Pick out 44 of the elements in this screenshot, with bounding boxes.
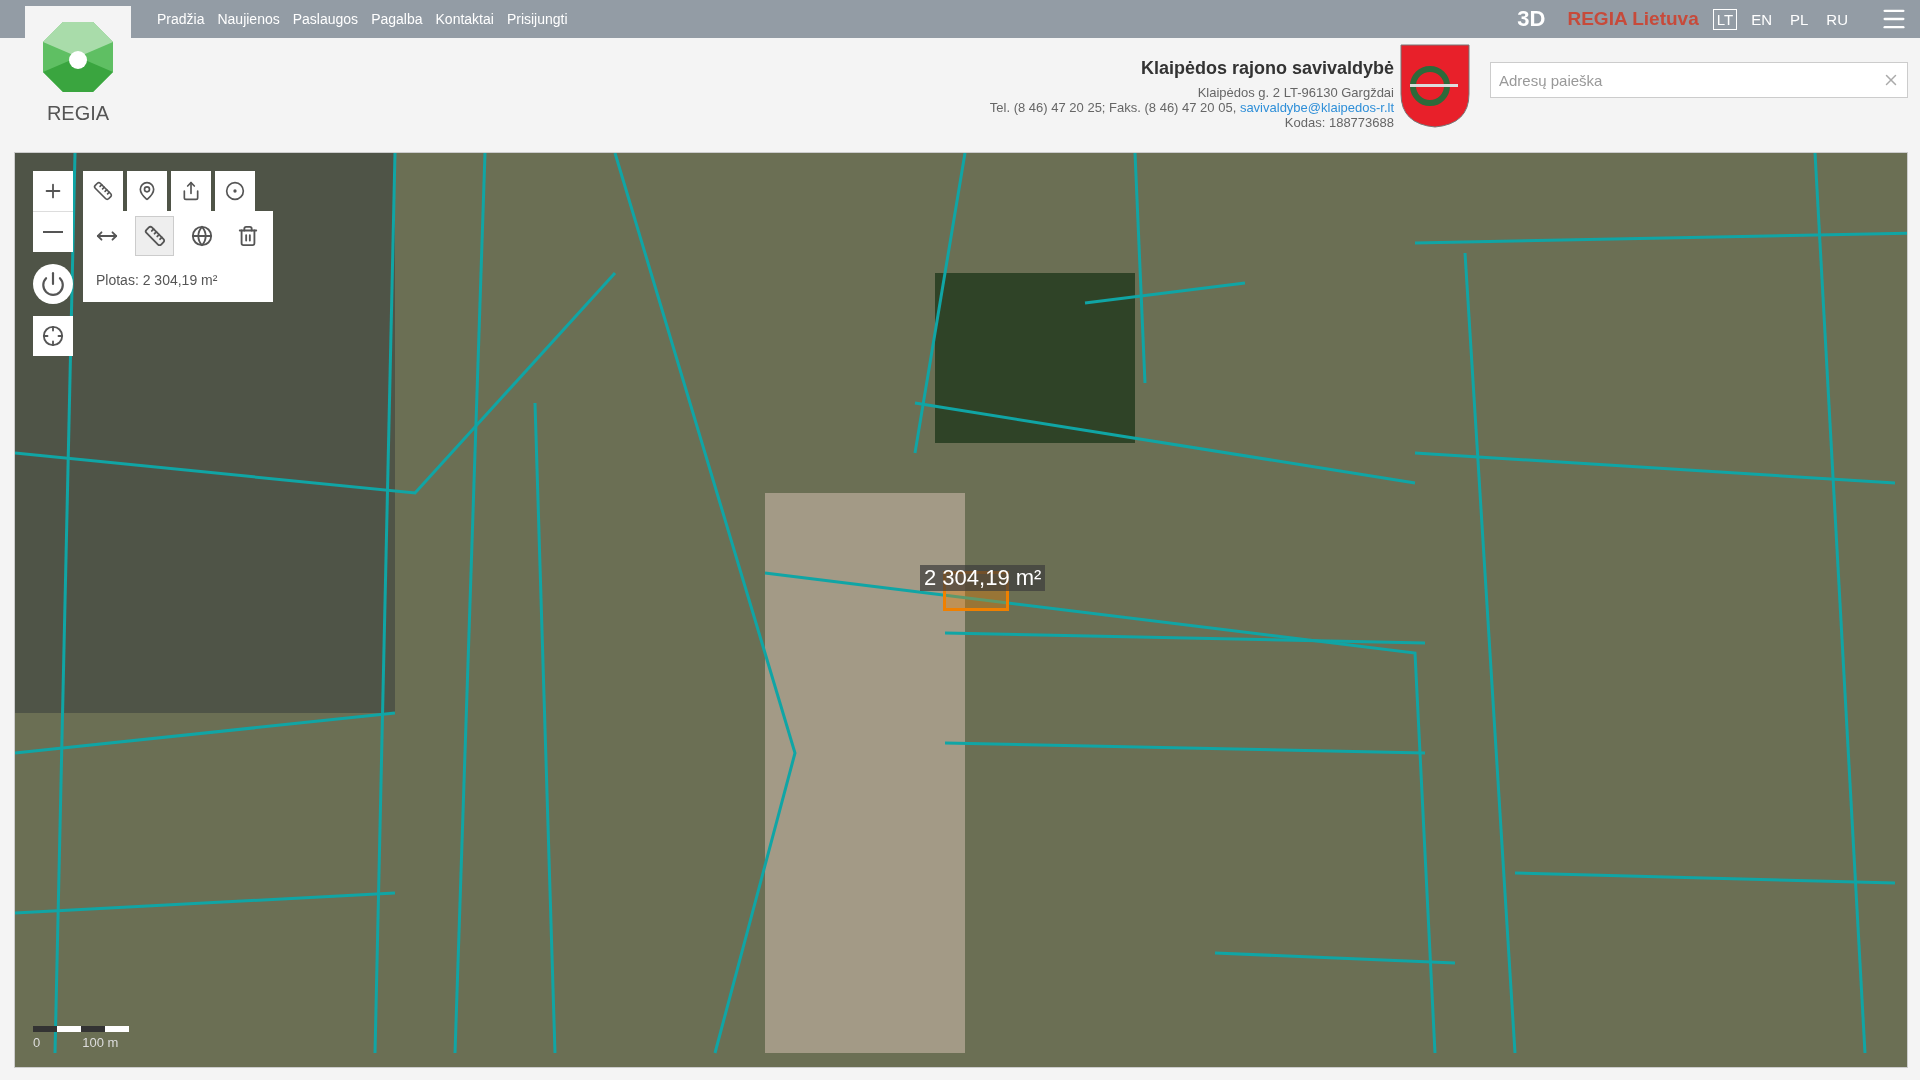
scale-distance-label: 100 m [82, 1035, 119, 1050]
area-result-text: Plotas: 2 304,19 m² [96, 272, 219, 288]
ruler-icon [143, 225, 166, 247]
zoom-in-button[interactable] [33, 171, 73, 211]
code-text: Kodas: 188773688 [1284, 115, 1394, 130]
address-text: Klaipėdos g. 2 LT-96130 Gargždai [1197, 85, 1394, 100]
nav-link[interactable]: Naujienos [217, 11, 280, 27]
language-link[interactable]: EN [1747, 8, 1776, 30]
minus-icon [43, 231, 63, 233]
pin-icon [137, 181, 157, 201]
nav-link[interactable]: Kontaktai [435, 11, 494, 27]
locate-button[interactable] [33, 316, 73, 356]
measure-tool-button[interactable] [135, 216, 174, 256]
zoom-out-button[interactable] [33, 212, 73, 252]
logo-text: REGIA [46, 102, 110, 125]
email-link[interactable]: savivaldybe@klaipedos-r.lt [1239, 100, 1394, 115]
address-search-field[interactable]: Adresų paieška [1490, 62, 1908, 98]
globe-icon [190, 225, 213, 247]
nav-link[interactable]: Paslaugos [292, 11, 359, 27]
aerial-map[interactable]: 2 304,19 m² Plotas: 2 304,19 m² 0 100 m [14, 152, 1908, 1068]
share-icon [181, 181, 201, 201]
3d-link[interactable]: 3D [1517, 6, 1546, 32]
nav-link[interactable]: Pagalba [371, 11, 423, 27]
scale-zero-label: 0 [33, 1035, 41, 1050]
language-link[interactable]: RU [1822, 8, 1852, 30]
coat-of-arms-icon [1400, 44, 1470, 128]
crosshair-icon [42, 325, 64, 347]
municipality-name: Klaipėdos rajono savivaldybė [1140, 58, 1394, 79]
map-tool-button[interactable] [215, 171, 255, 211]
brand-link[interactable]: REGIA Lietuva [1567, 8, 1699, 30]
contact-text: Tel. (8 46) 47 20 25; Faks. (8 46) 47 20 05, savivaldybe@klaipedos-r.lt [989, 100, 1394, 115]
ruler-icon [93, 181, 113, 201]
language-link[interactable]: LT [1712, 8, 1738, 30]
power-icon [40, 271, 66, 297]
trash-icon [237, 225, 260, 247]
area-measurement-label: 2 304,19 m² [920, 565, 1046, 591]
map-tool-button[interactable] [127, 171, 167, 211]
nav-link[interactable]: Prisijungti [506, 11, 568, 27]
target-icon [225, 181, 245, 201]
map-tool-button[interactable] [83, 171, 123, 211]
map-tool-button[interactable] [171, 171, 211, 211]
octagon-logo-icon [41, 20, 115, 94]
language-link[interactable]: PL [1785, 8, 1813, 30]
nav-link[interactable]: Pradžia [157, 11, 205, 27]
